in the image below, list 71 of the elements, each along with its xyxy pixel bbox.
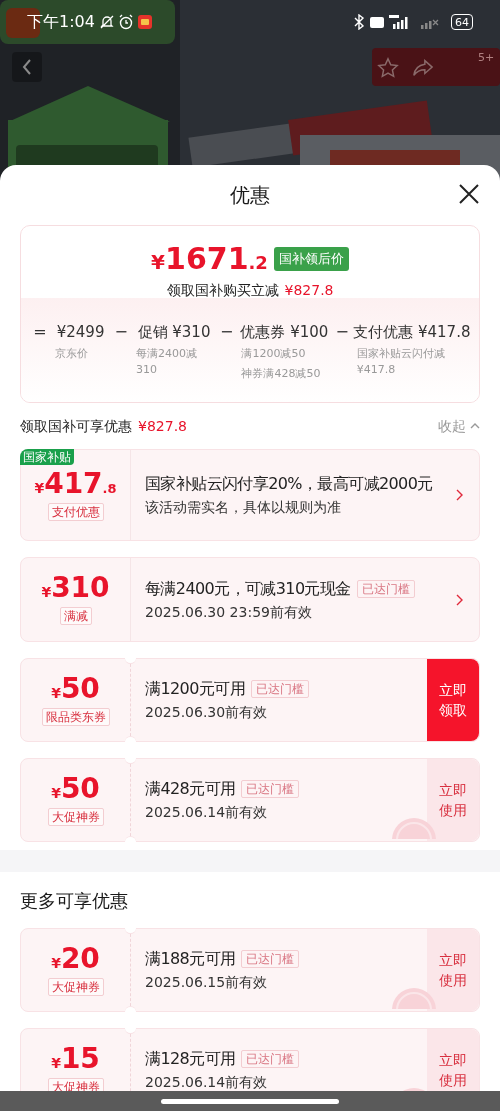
home-indicator[interactable]: [161, 1098, 339, 1104]
mute-icon: [98, 14, 115, 30]
star-icon[interactable]: [377, 57, 399, 79]
offer-title: 满428元可用: [145, 778, 236, 800]
offer-amount: ¥15: [51, 1044, 100, 1073]
component-note: 神券满428减50: [241, 366, 322, 382]
action-button[interactable]: 立即使用: [427, 759, 479, 841]
action-button[interactable]: 立即使用: [427, 929, 479, 1011]
operator-sign: −: [335, 322, 349, 342]
back-button[interactable]: [12, 52, 42, 82]
section-title: 领取国补可享优惠: [20, 416, 132, 436]
action-button[interactable]: 立即领取: [427, 659, 479, 741]
status-time: 下午1:04: [27, 11, 95, 33]
price-component: 支付优惠 ¥417.8: [353, 322, 471, 342]
price-tag: 国补领后价: [273, 247, 349, 271]
battery-indicator: 64: [451, 14, 473, 30]
offer-amount: ¥50: [51, 674, 100, 703]
operator-sign: =: [33, 322, 47, 342]
component-note: 满1200减50: [241, 346, 307, 362]
offer-detail: 2025.06.30 23:59前有效: [145, 602, 313, 622]
section-title: 更多可享优惠: [20, 888, 128, 913]
offer-title: 国家补贴云闪付享20%，最高可减2000元: [145, 473, 433, 495]
offer-tag: 大促神券: [47, 977, 104, 996]
operator-sign: −: [220, 322, 234, 342]
close-icon[interactable]: [459, 184, 479, 204]
offer-detail: 2025.06.15前有效: [145, 973, 269, 992]
subsidy-badge: 国家补贴: [20, 449, 74, 465]
offer-amount: ¥310: [41, 574, 110, 602]
offer-tag: 支付优惠: [47, 502, 104, 521]
alarm-icon: [117, 14, 134, 30]
component-note: 每满2400减310: [136, 346, 198, 378]
status-tag: 已达门槛: [356, 579, 415, 598]
offer-tag: 满减: [59, 607, 92, 625]
offer-title: 满1200元可用: [145, 678, 245, 700]
offer-title: 满128元可用: [145, 1048, 236, 1070]
collapse-toggle[interactable]: 收起: [438, 415, 480, 437]
price-component: 促销 ¥310: [137, 322, 211, 342]
section-amount: ¥827.8: [138, 416, 187, 436]
sheet-title: 优惠: [230, 182, 270, 209]
offer-amount: ¥20: [51, 944, 100, 973]
count-label: 5+: [478, 50, 495, 66]
bluetooth-icon: [353, 14, 365, 30]
saving-amount: ¥827.8: [284, 281, 334, 300]
status-tag: 已达门槛: [241, 950, 300, 968]
chevron-up-icon: [470, 422, 480, 430]
offer-detail: 2025.06.14前有效: [145, 1073, 269, 1091]
offer-tag: 大促神券: [47, 807, 104, 826]
hd-icon: [370, 16, 384, 28]
status-tag: 已达门槛: [250, 680, 309, 698]
status-tag: 已达门槛: [241, 1050, 300, 1068]
offer-tag: 限品类东券: [41, 707, 110, 726]
chevron-right-icon[interactable]: [455, 593, 463, 606]
offer-amount: ¥417.8: [34, 469, 117, 498]
component-note: 京东价: [54, 346, 89, 362]
price-component: 优惠券 ¥100: [240, 322, 329, 342]
final-price: ¥1671.2: [151, 244, 268, 274]
price-component: ¥2499: [56, 322, 105, 342]
offer-detail: 该活动需实名，具体以规则为准: [145, 498, 342, 517]
component-note: 国家补贴云闪付减¥417.8: [356, 346, 446, 378]
back-icon: [21, 59, 33, 75]
offer-title: 每满2400元，可减310元现金: [145, 577, 351, 600]
status-tag: 已达门槛: [241, 780, 300, 798]
action-button[interactable]: 立即使用: [427, 1029, 479, 1091]
share-icon[interactable]: [412, 57, 434, 79]
saving-label: 领取国补购买立减: [166, 281, 279, 300]
offer-title: 满188元可用: [145, 948, 236, 970]
operator-sign: −: [114, 322, 128, 342]
offer-amount: ¥50: [51, 774, 100, 803]
chevron-right-icon[interactable]: [455, 489, 463, 501]
offer-detail: 2025.06.14前有效: [145, 803, 269, 822]
offer-detail: 2025.06.30前有效: [145, 703, 269, 722]
